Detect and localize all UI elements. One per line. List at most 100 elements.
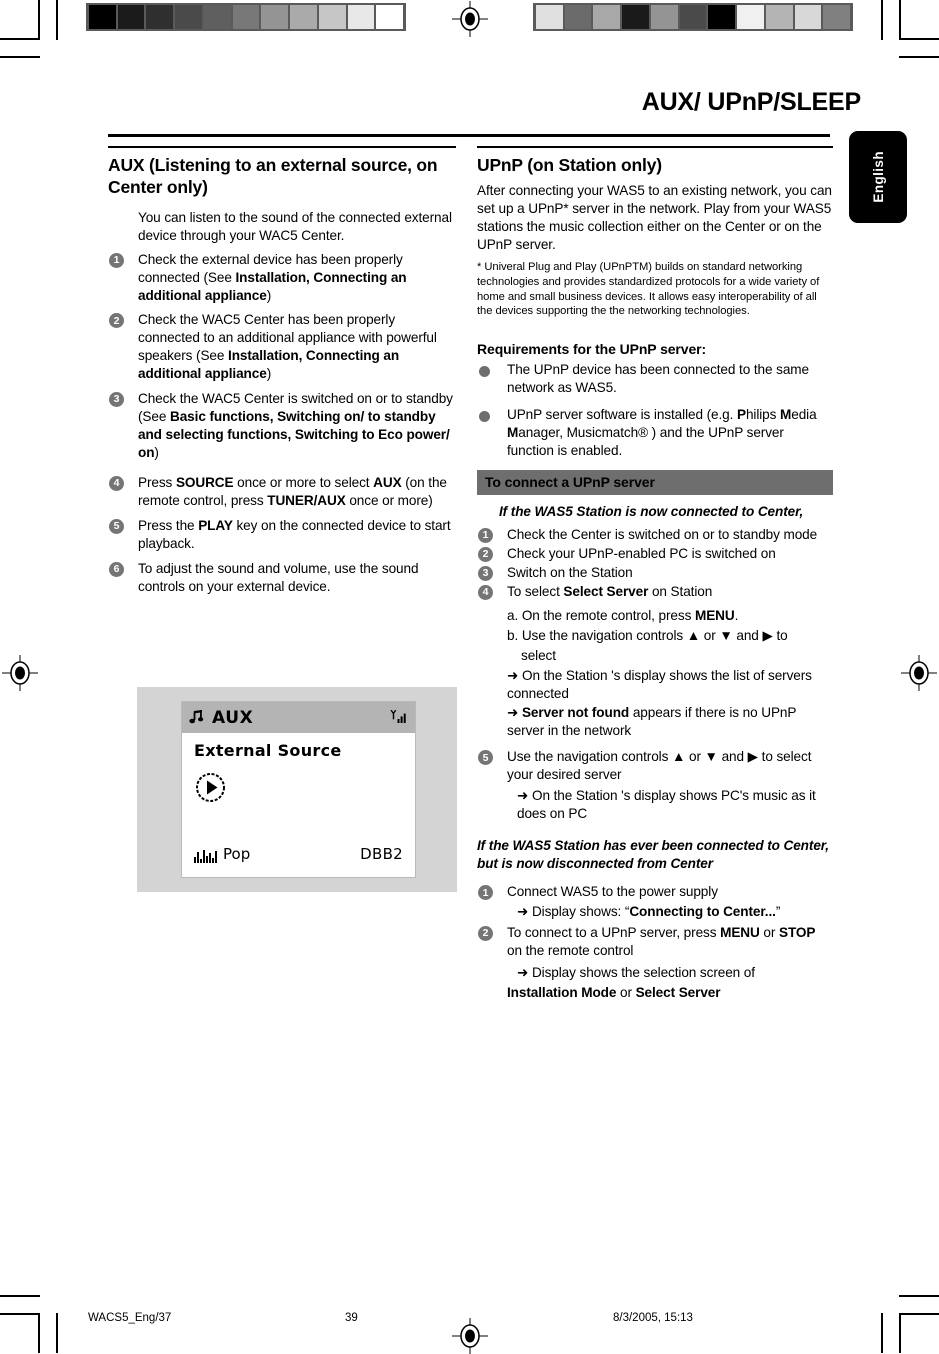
step-number: 3 xyxy=(478,565,493,581)
upnp-footnote: * Univeral Plug and Play (UPnPTM) builds… xyxy=(477,261,820,318)
signal-strength-icon xyxy=(390,709,406,723)
calibration-swatch xyxy=(564,5,592,29)
calibration-swatch xyxy=(318,5,346,29)
case1-result-1: ➜ On the Station 's display shows the li… xyxy=(507,667,812,701)
step-text: To connect to a UPnP server, press MENU … xyxy=(507,925,816,959)
list-item: UPnP server software is installed (e.g. … xyxy=(477,406,833,460)
list-item: 4 Press SOURCE once or more to select AU… xyxy=(108,474,456,510)
step-text: To adjust the sound and volume, use the … xyxy=(138,560,419,594)
lcd-play-indicator xyxy=(195,772,415,808)
case1-substep-b-cont: select xyxy=(521,647,556,663)
list-item: 4 To select Select Server on Station xyxy=(477,583,833,601)
case1-heading: If the WAS5 Station is now connected to … xyxy=(499,503,804,519)
bullet-icon xyxy=(479,411,490,423)
requirements-list: The UPnP device has been connected to th… xyxy=(477,361,833,460)
case2-heading: If the WAS5 Station has ever been connec… xyxy=(477,838,829,872)
calibration-swatch xyxy=(765,5,793,29)
step-text: To select Select Server on Station xyxy=(507,583,713,599)
lcd-sound-mode: Pop xyxy=(223,845,251,863)
requirement-text: The UPnP device has been connected to th… xyxy=(507,362,809,396)
step-number: 5 xyxy=(478,750,493,766)
crop-mark xyxy=(899,1295,939,1297)
crop-mark xyxy=(0,56,40,58)
registration-target-left xyxy=(2,655,38,691)
bullet-icon xyxy=(479,366,490,378)
case2-result-1: ➜ Display shows: “Connecting to Center..… xyxy=(517,904,781,920)
left-column: AUX (Listening to an external source, on… xyxy=(108,146,456,603)
calibration-swatch xyxy=(708,5,736,29)
aux-steps-list: 1 Check the external device has been pro… xyxy=(108,251,456,596)
step-number: 1 xyxy=(478,528,493,544)
lcd-source-label: AUX xyxy=(212,707,254,728)
calibration-swatch xyxy=(175,5,202,29)
crop-mark xyxy=(901,38,939,40)
calibration-swatch xyxy=(203,5,231,29)
equalizer-icon xyxy=(194,849,217,863)
calibration-swatch xyxy=(261,5,289,29)
lcd-screen: AUX External Source Pop DBB2 xyxy=(181,701,416,878)
requirement-text: UPnP server software is installed (e.g. … xyxy=(507,407,817,459)
list-item: 3 Check the WAC5 Center is switched on o… xyxy=(108,390,456,462)
step-number: 1 xyxy=(478,885,493,901)
document-page: AUX/ UPnP/SLEEP English AUX (Listening t… xyxy=(0,0,939,1354)
calibration-swatch xyxy=(232,5,260,29)
play-button-icon xyxy=(196,773,225,802)
music-note-icon xyxy=(189,710,204,724)
list-item: 1 Check the Center is switched on or to … xyxy=(477,526,833,544)
step-number: 2 xyxy=(478,926,493,942)
crop-mark xyxy=(0,1295,40,1297)
calibration-swatch xyxy=(146,5,174,29)
aux-display-figure: AUX External Source Pop DBB2 xyxy=(137,687,457,892)
calibration-swatch xyxy=(737,5,764,29)
step-number: 1 xyxy=(109,252,124,268)
aux-intro: You can listen to the sound of the conne… xyxy=(138,209,452,243)
calibration-strip-right xyxy=(533,3,853,31)
page-footer: WACS5_Eng/37 39 8/3/2005, 15:13 xyxy=(0,1312,939,1332)
list-item: 1 Check the external device has been pro… xyxy=(108,251,456,305)
list-item: 2 Check your UPnP-enabled PC is switched… xyxy=(477,545,833,563)
calibration-swatch xyxy=(117,5,145,29)
step-number: 2 xyxy=(478,546,493,562)
list-item: The UPnP device has been connected to th… xyxy=(477,361,833,397)
list-item: 2 Check the WAC5 Center has been properl… xyxy=(108,311,456,383)
calibration-swatch xyxy=(536,5,563,29)
step-text: Check the external device has been prope… xyxy=(138,251,407,303)
step-number: 5 xyxy=(109,518,124,534)
case1-steps-list-cont: 5 Use the navigation controls ▲ or ▼ and… xyxy=(477,748,833,784)
step-number: 2 xyxy=(109,313,124,329)
lcd-dbb-label: DBB2 xyxy=(360,845,403,863)
step-number: 4 xyxy=(109,475,124,491)
step-text: Press SOURCE once or more to select AUX … xyxy=(138,474,447,508)
footer-filename: WACS5_Eng/37 xyxy=(88,1312,172,1324)
step-text: Use the navigation controls ▲ or ▼ and ▶… xyxy=(507,749,812,783)
crop-mark xyxy=(56,0,58,40)
header-divider xyxy=(108,134,830,137)
step-text: Connect WAS5 to the power supply xyxy=(507,884,718,900)
step-number: 3 xyxy=(109,392,124,408)
calibration-swatch xyxy=(622,5,649,29)
calibration-swatch xyxy=(290,5,317,29)
step-text: Check the WAC5 Center has been properly … xyxy=(138,312,437,382)
section-divider xyxy=(108,146,456,148)
registration-target-right xyxy=(901,655,937,691)
footer-page-number: 39 xyxy=(345,1312,358,1324)
step-number: 6 xyxy=(109,561,124,577)
section-divider xyxy=(477,146,833,148)
case2-steps-list: 1 Connect WAS5 to the power supply xyxy=(477,883,833,901)
case2-result-2: ➜ Display shows the selection screen of xyxy=(517,965,755,980)
aux-section-title: AUX (Listening to an external source, on… xyxy=(108,155,438,198)
upnp-intro: After connecting your WAS5 to an existin… xyxy=(477,183,832,253)
calibration-swatch xyxy=(89,5,116,29)
lcd-status-bar: AUX xyxy=(182,702,415,733)
crop-mark xyxy=(881,0,883,40)
language-tab: English xyxy=(849,131,907,223)
footer-timestamp: 8/3/2005, 15:13 xyxy=(613,1312,693,1324)
crop-mark xyxy=(38,0,40,40)
list-item: 5 Use the navigation controls ▲ or ▼ and… xyxy=(477,748,833,784)
case1-steps-list: 1 Check the Center is switched on or to … xyxy=(477,526,833,601)
lcd-footer-bar: Pop DBB2 xyxy=(182,845,415,863)
list-item: 3 Switch on the Station xyxy=(477,564,833,582)
calibration-swatch xyxy=(376,5,404,29)
registration-target-top xyxy=(452,1,488,37)
step-text: Press the PLAY key on the connected devi… xyxy=(138,517,451,551)
